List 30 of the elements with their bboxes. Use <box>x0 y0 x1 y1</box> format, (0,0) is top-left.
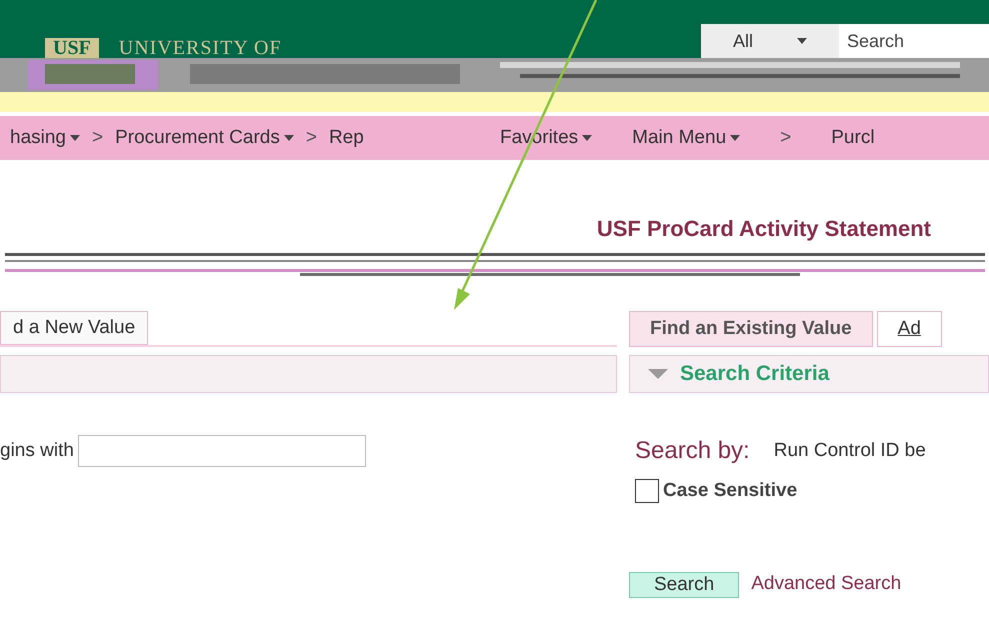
breadcrumb-separator: > <box>306 126 317 150</box>
search-by-value: Run Control ID be <box>774 438 926 463</box>
nav-link[interactable]: Rep <box>328 124 364 152</box>
page-title: USF ProCard Activity Statement <box>596 215 931 243</box>
search-scope-dropdown[interactable]: All <box>701 24 839 58</box>
search-field[interactable]: Search <box>839 24 989 58</box>
nav-menu[interactable]: Procurement Cards <box>115 124 294 152</box>
caret-icon <box>582 135 592 142</box>
caret-icon <box>730 135 740 142</box>
case-sensitive-checkbox[interactable] <box>635 479 659 504</box>
breadcrumb-separator: > <box>92 126 104 150</box>
input-field[interactable] <box>78 435 366 467</box>
section-title: Search Criteria <box>680 361 830 388</box>
nav-menu[interactable]: Main Menu <box>632 124 740 152</box>
nav-link[interactable]: Purcl <box>831 124 875 152</box>
breadcrumb-separator: > <box>780 126 792 150</box>
search-button[interactable]: Search <box>629 572 740 598</box>
nav-menu[interactable]: hasing <box>10 124 80 152</box>
logo-text: USF <box>45 38 99 58</box>
tab[interactable]: Find an Existing Value <box>629 311 873 347</box>
university-name: UNIVERSITY OF <box>118 38 282 58</box>
advanced-search-link[interactable]: Advanced Search <box>751 570 902 598</box>
tab[interactable]: d a New Value <box>0 311 148 345</box>
field-label: gins with <box>0 438 74 463</box>
caret-icon <box>797 38 807 44</box>
checkbox-label: Case Sensitive <box>663 479 798 503</box>
caret-icon <box>284 135 294 141</box>
tab[interactable]: Ad <box>876 311 942 347</box>
search-by-label: Search by: <box>635 436 750 466</box>
caret-icon <box>70 135 80 141</box>
